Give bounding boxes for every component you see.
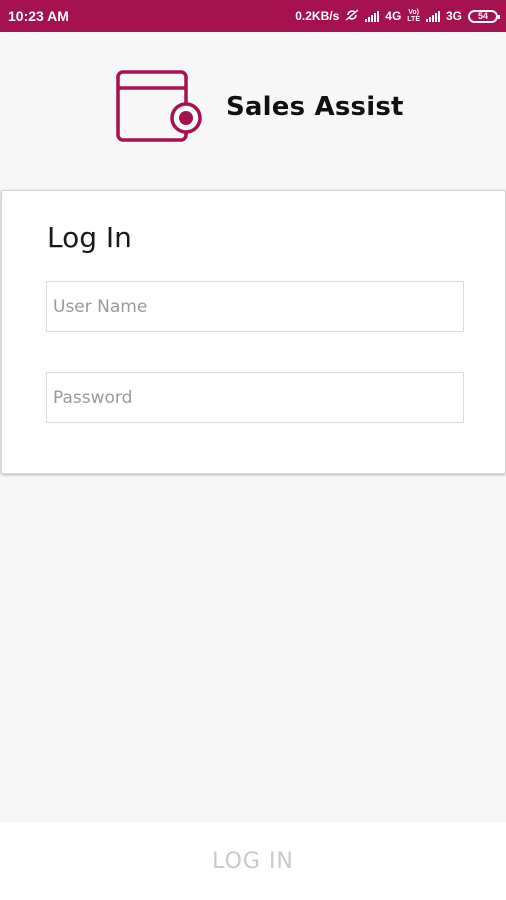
signal-icon bbox=[365, 10, 380, 22]
volte-top-label: Vo) bbox=[408, 9, 420, 16]
volte-bottom-label: LTE bbox=[407, 16, 420, 23]
login-card: Log In bbox=[1, 190, 506, 474]
login-button[interactable]: LOG IN bbox=[0, 822, 506, 900]
network-type-2: 3G bbox=[445, 9, 462, 23]
password-input[interactable] bbox=[46, 372, 464, 423]
status-time: 10:23 AM bbox=[8, 8, 69, 24]
status-bar: 10:23 AM 0.2KB/s 4G Vo) LTE 3G 54 bbox=[0, 0, 506, 32]
battery-level: 54 bbox=[477, 11, 488, 21]
battery-icon: 54 bbox=[468, 9, 500, 23]
network-type-1: 4G bbox=[385, 9, 402, 23]
signal-icon bbox=[425, 10, 440, 22]
sync-off-icon bbox=[345, 8, 359, 24]
network-speed: 0.2KB/s bbox=[295, 9, 340, 23]
wallet-icon bbox=[116, 70, 206, 149]
volte-icon: Vo) LTE bbox=[407, 9, 420, 23]
brand-header: Sales Assist bbox=[0, 32, 506, 188]
app-name: Sales Assist bbox=[226, 92, 404, 122]
status-icons: 0.2KB/s 4G Vo) LTE 3G 54 bbox=[295, 8, 500, 24]
login-title: Log In bbox=[47, 221, 132, 254]
username-input[interactable] bbox=[46, 281, 464, 332]
